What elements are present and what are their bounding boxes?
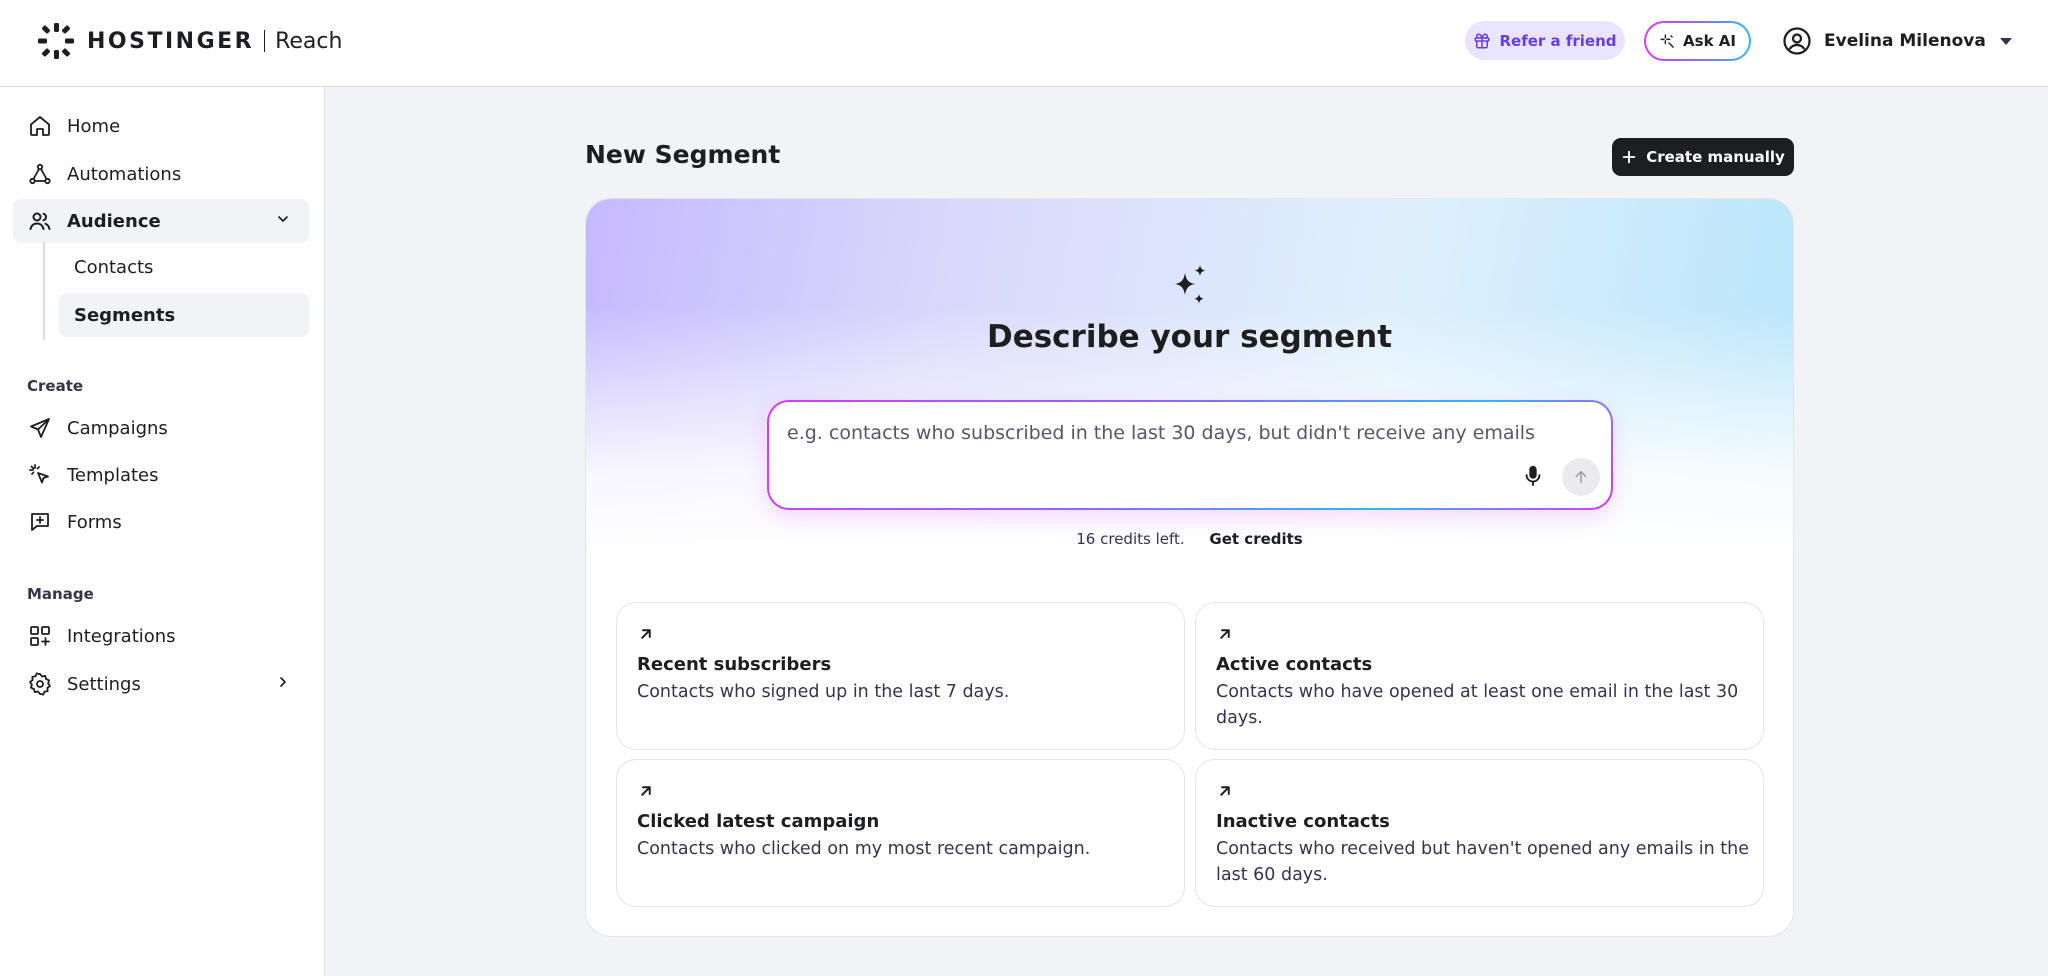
page-title: New Segment	[585, 140, 781, 169]
prompt-box-inner	[769, 402, 1611, 508]
microphone-icon	[1525, 465, 1541, 487]
sidebar-item-label: Segments	[74, 304, 176, 326]
sidebar-item-contacts[interactable]: Contacts	[59, 245, 309, 289]
user-avatar-icon	[1783, 27, 1811, 55]
sidebar-item-label: Forms	[67, 511, 122, 533]
home-icon	[27, 113, 53, 139]
gear-icon	[27, 671, 53, 697]
automations-icon	[27, 161, 53, 187]
sidebar-item-integrations[interactable]: Integrations	[13, 614, 309, 658]
form-icon	[27, 509, 53, 535]
sidebar-item-templates[interactable]: Templates	[13, 453, 309, 497]
suggestion-title: Active contacts	[1216, 654, 1373, 675]
sidebar-item-label: Templates	[67, 464, 159, 486]
suggestion-card-recent-subscribers[interactable]: Recent subscribers Contacts who signed u…	[616, 602, 1185, 750]
suggestion-description: Contacts who signed up in the last 7 day…	[637, 682, 1010, 702]
credits-left-text: 16 credits left.	[1076, 530, 1185, 548]
hostinger-logo[interactable]: HOSTINGER Reach	[37, 22, 342, 60]
suggestion-card-inactive-contacts[interactable]: Inactive contacts Contacts who received …	[1195, 759, 1764, 907]
top-header: HOSTINGER Reach Refer a friend Ask AI Ev…	[0, 0, 2048, 87]
suggestion-card-active-contacts[interactable]: Active contacts Contacts who have opened…	[1195, 602, 1764, 750]
segment-prompt-input[interactable]	[787, 416, 1567, 450]
sidebar-item-label: Audience	[67, 210, 161, 232]
arrow-up-right-icon	[1220, 629, 1230, 639]
hostinger-logo-icon	[38, 23, 74, 59]
section-label-create: Create	[27, 377, 84, 395]
ask-ai-button[interactable]: Ask AI	[1644, 21, 1751, 61]
suggestion-title: Inactive contacts	[1216, 811, 1390, 832]
arrow-up-right-icon	[641, 786, 651, 796]
microphone-button[interactable]	[1520, 462, 1546, 490]
arrow-up-right-icon	[1220, 786, 1230, 796]
prompt-box	[767, 400, 1613, 510]
suggestion-title: Recent subscribers	[637, 654, 832, 675]
section-label-manage: Manage	[27, 585, 94, 603]
ask-ai-label: Ask AI	[1683, 32, 1736, 50]
sidebar-item-label: Home	[67, 115, 121, 137]
get-credits-link[interactable]: Get credits	[1209, 530, 1302, 548]
segment-card: Describe your segment 16 credits left. G…	[585, 198, 1794, 937]
plus-icon	[1622, 150, 1636, 164]
caret-down-icon	[1999, 37, 2012, 45]
arrow-up-icon	[1575, 470, 1587, 484]
ai-sparkle-icon	[1660, 33, 1674, 48]
submit-prompt-button[interactable]	[1562, 458, 1600, 496]
send-icon	[27, 415, 53, 441]
sidebar-item-label: Settings	[67, 673, 141, 695]
suggestion-description: Contacts who have opened at least one em…	[1216, 682, 1739, 728]
gift-icon	[1474, 33, 1490, 48]
sidebar-item-label: Contacts	[74, 256, 154, 278]
credits-row: 16 credits left. Get credits	[586, 530, 1793, 548]
suggestion-description: Contacts who received but haven't opened…	[1216, 839, 1749, 885]
product-name: Reach	[275, 28, 343, 54]
sidebar-item-label: Campaigns	[67, 417, 168, 439]
user-menu[interactable]: Evelina Milenova	[1782, 24, 2012, 58]
chevron-down-icon	[275, 211, 291, 231]
sidebar: Home Automations Audience Contacts Segme…	[0, 87, 325, 976]
sidebar-item-campaigns[interactable]: Campaigns	[13, 406, 309, 450]
sidebar-item-automations[interactable]: Automations	[13, 152, 309, 196]
submenu-line	[43, 242, 45, 340]
sidebar-item-forms[interactable]: Forms	[13, 500, 309, 544]
create-manually-label: Create manually	[1646, 148, 1785, 166]
user-name: Evelina Milenova	[1824, 31, 1986, 51]
hero-title: Describe your segment	[986, 319, 1393, 355]
suggestion-card-clicked-latest-campaign[interactable]: Clicked latest campaign Contacts who cli…	[616, 759, 1185, 907]
sidebar-item-label: Integrations	[67, 625, 176, 647]
sidebar-item-audience[interactable]: Audience	[13, 199, 309, 243]
chevron-right-icon	[275, 674, 291, 694]
refer-a-friend-button[interactable]: Refer a friend	[1465, 21, 1625, 60]
cursor-click-icon	[27, 462, 53, 488]
ask-ai-inner: Ask AI	[1646, 23, 1749, 59]
arrow-up-right-icon	[641, 629, 651, 639]
brand-divider	[264, 30, 266, 52]
sidebar-item-label: Automations	[67, 163, 182, 185]
suggestion-description: Contacts who clicked on my most recent c…	[637, 839, 1091, 859]
sidebar-item-settings[interactable]: Settings	[13, 662, 309, 706]
sidebar-item-home[interactable]: Home	[13, 104, 309, 148]
brand-name: HOSTINGER	[87, 28, 255, 54]
users-icon	[27, 208, 53, 234]
grid-plus-icon	[27, 623, 53, 649]
create-manually-button[interactable]: Create manually	[1612, 138, 1794, 176]
refer-label: Refer a friend	[1499, 31, 1617, 50]
sidebar-item-segments[interactable]: Segments	[59, 293, 309, 337]
suggestion-title: Clicked latest campaign	[637, 811, 880, 832]
sparkles-icon	[1175, 265, 1206, 304]
